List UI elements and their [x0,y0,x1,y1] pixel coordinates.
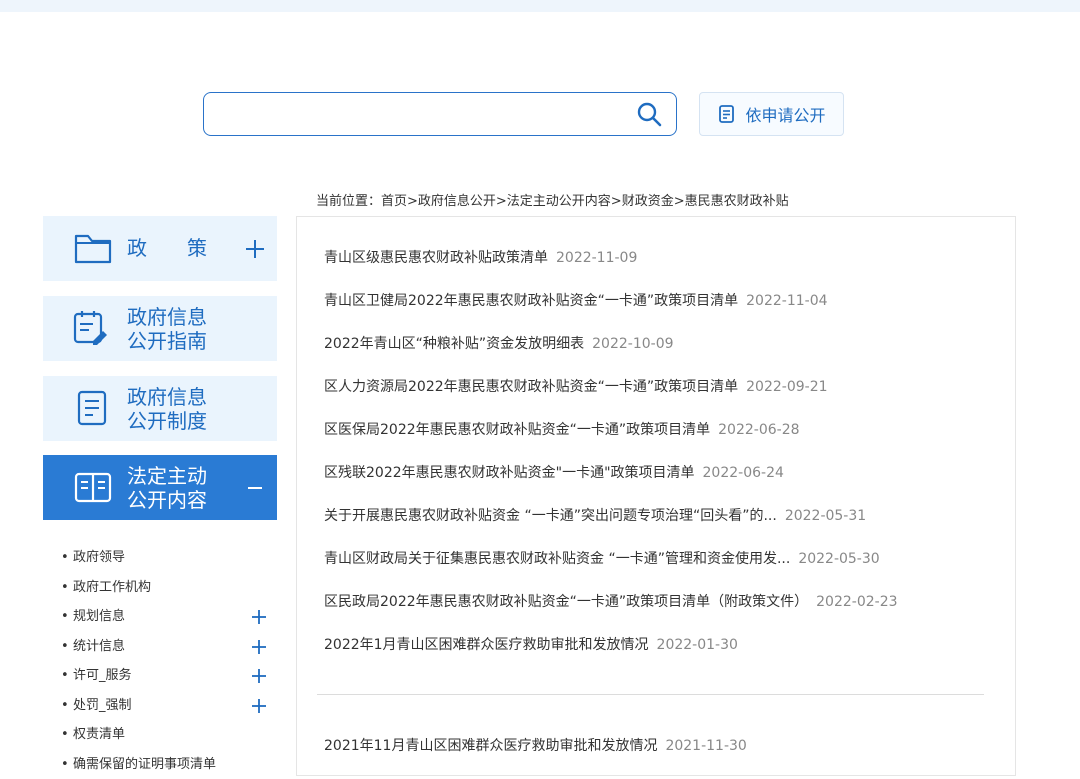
bullet: • [61,720,73,750]
subnav-item[interactable]: •统计信息 [61,632,277,662]
sidebar-disclosure-system[interactable]: 政府信息 公开制度 [43,376,277,441]
sidebar-statutory-line2: 公开内容 [127,488,207,512]
document-icon [717,104,737,124]
subnav-item[interactable]: •政府工作机构 [61,573,277,603]
top-banner-strip [0,0,1080,12]
search-box [203,92,677,136]
sidebar-guide-line2: 公开指南 [127,329,207,353]
news-date: 2022-11-09 [556,250,637,266]
subnav-item-label: 政府领导 [73,550,125,565]
folder-icon [73,228,113,268]
news-date: 2021-11-30 [665,738,746,754]
sidebar-guide-line1: 政府信息 [127,305,207,329]
subnav-item[interactable]: •处罚_强制 [61,691,277,721]
collapse-minus-icon[interactable] [245,478,265,498]
apply-disclosure-label: 依申请公开 [745,102,825,126]
news-date: 2022-01-30 [657,637,738,653]
subnav-item[interactable]: •权责清单 [61,720,277,750]
news-date: 2022-05-31 [785,508,866,524]
bullet: • [61,573,73,603]
subnav-item[interactable]: •政府领导 [61,543,277,573]
bullet: • [61,691,73,721]
bullet: • [61,632,73,662]
subnav-item-label: 确需保留的证明事项清单 [73,757,216,772]
news-item[interactable]: 关于开展惠民惠农财政补贴资金 “一卡通”突出问题专项治理“回头看”的... 202… [324,495,994,538]
breadcrumb-prefix: 当前位置： [316,194,381,209]
clipboard-edit-icon [71,308,111,348]
open-book-icon [73,467,113,507]
expand-plus-icon[interactable] [245,239,265,259]
sidebar-policy-label: 政 策 [127,236,207,260]
news-item[interactable]: 区残联2022年惠民惠农财政补贴资金"一卡通"政策项目清单 2022-06-24 [324,452,994,495]
sidebar-subnav: •政府领导•政府工作机构•规划信息•统计信息•许可_服务•处罚_强制•权责清单•… [61,543,277,779]
news-title[interactable]: 青山区级惠民惠农财政补贴政策清单 [324,250,548,266]
expand-plus-icon[interactable] [251,609,267,625]
news-title[interactable]: 2021年11月青山区困难群众医疗救助审批和发放情况 [324,738,657,754]
subnav-item-label: 权责清单 [73,727,125,742]
sidebar-system-line1: 政府信息 [127,385,207,409]
search-input[interactable] [216,101,620,129]
news-title[interactable]: 青山区卫健局2022年惠民惠农财政补贴资金“一卡通”政策项目清单 [324,293,738,309]
subnav-item-label: 统计信息 [73,639,125,654]
sidebar-system-line2: 公开制度 [127,409,207,433]
expand-plus-icon[interactable] [251,639,267,655]
news-title[interactable]: 2022年1月青山区困难群众医疗救助审批和发放情况 [324,637,649,653]
news-date: 2022-11-04 [746,293,827,309]
subnav-item[interactable]: •规划信息 [61,602,277,632]
expand-plus-icon[interactable] [251,698,267,714]
sidebar-statutory-line1: 法定主动 [127,464,207,488]
subnav-item[interactable]: •许可_服务 [61,661,277,691]
search-icon[interactable] [636,101,662,127]
expand-plus-icon[interactable] [251,668,267,684]
news-item[interactable]: 青山区级惠民惠农财政补贴政策清单 2022-11-09 [324,237,994,280]
news-list: 青山区级惠民惠农财政补贴政策清单 2022-11-09 青山区卫健局2022年惠民惠… [324,237,994,667]
breadcrumb: 当前位置：首页>政府信息公开>法定主动公开内容>财政资金>惠民惠农财政补贴 [316,190,789,209]
subnav-item[interactable]: •确需保留的证明事项清单 [61,750,277,779]
news-item[interactable]: 2021年11月青山区困难群众医疗救助审批和发放情况 2021-11-30 [324,725,994,768]
news-date: 2022-09-21 [746,379,827,395]
news-title[interactable]: 青山区财政局关于征集惠民惠农财政补贴资金 “一卡通”管理和资金使用发... [324,551,790,567]
content-panel: 青山区级惠民惠农财政补贴政策清单 2022-11-09 青山区卫健局2022年惠民惠… [296,216,1016,776]
bullet: • [61,750,73,779]
news-item[interactable]: 区人力资源局2022年惠民惠农财政补贴资金“一卡通”政策项目清单 2022-09-… [324,366,994,409]
news-title[interactable]: 区民政局2022年惠民惠农财政补贴资金“一卡通”政策项目清单（附政策文件） [324,594,808,610]
sidebar-statutory-content[interactable]: 法定主动 公开内容 [43,455,277,520]
news-item[interactable]: 2022年青山区“种粮补贴”资金发放明细表 2022-10-09 [324,323,994,366]
news-item[interactable]: 青山区财政局关于征集惠民惠农财政补贴资金 “一卡通”管理和资金使用发... 202… [324,538,994,581]
news-item[interactable]: 2022年1月青山区困难群众医疗救助审批和发放情况 2022-01-30 [324,624,994,667]
news-date: 2022-06-28 [718,422,799,438]
subnav-item-label: 规划信息 [73,609,125,624]
news-date: 2022-02-23 [816,594,897,610]
apply-disclosure-button[interactable]: 依申请公开 [699,92,844,136]
news-item[interactable]: 区医保局2022年惠民惠农财政补贴资金“一卡通”政策项目清单 2022-06-28 [324,409,994,452]
news-date: 2022-06-24 [703,465,784,481]
bullet: • [61,602,73,632]
news-date: 2022-10-09 [592,336,673,352]
breadcrumb-path[interactable]: 首页>政府信息公开>法定主动公开内容>财政资金>惠民惠农财政补贴 [381,194,789,209]
news-list-secondary: 2021年11月青山区困难群众医疗救助审批和发放情况 2021-11-30 [324,725,994,768]
news-item[interactable]: 青山区卫健局2022年惠民惠农财政补贴资金“一卡通”政策项目清单 2022-11-… [324,280,994,323]
news-date: 2022-05-30 [798,551,879,567]
news-title[interactable]: 区医保局2022年惠民惠农财政补贴资金“一卡通”政策项目清单 [324,422,710,438]
list-divider [317,694,984,695]
subnav-item-label: 政府工作机构 [73,580,151,595]
news-title[interactable]: 区人力资源局2022年惠民惠农财政补贴资金“一卡通”政策项目清单 [324,379,738,395]
bullet: • [61,543,73,573]
news-title[interactable]: 2022年青山区“种粮补贴”资金发放明细表 [324,336,584,352]
subnav-item-label: 处罚_强制 [73,698,132,713]
news-title[interactable]: 关于开展惠民惠农财政补贴资金 “一卡通”突出问题专项治理“回头看”的... [324,508,777,524]
document-list-icon [73,388,113,428]
news-title[interactable]: 区残联2022年惠民惠农财政补贴资金"一卡通"政策项目清单 [324,465,695,481]
subnav-item-label: 许可_服务 [73,668,132,683]
sidebar-disclosure-guide[interactable]: 政府信息 公开指南 [43,296,277,361]
news-item[interactable]: 区民政局2022年惠民惠农财政补贴资金“一卡通”政策项目清单（附政策文件） 202… [324,581,994,624]
bullet: • [61,661,73,691]
sidebar-policy[interactable]: 政 策 [43,216,277,281]
